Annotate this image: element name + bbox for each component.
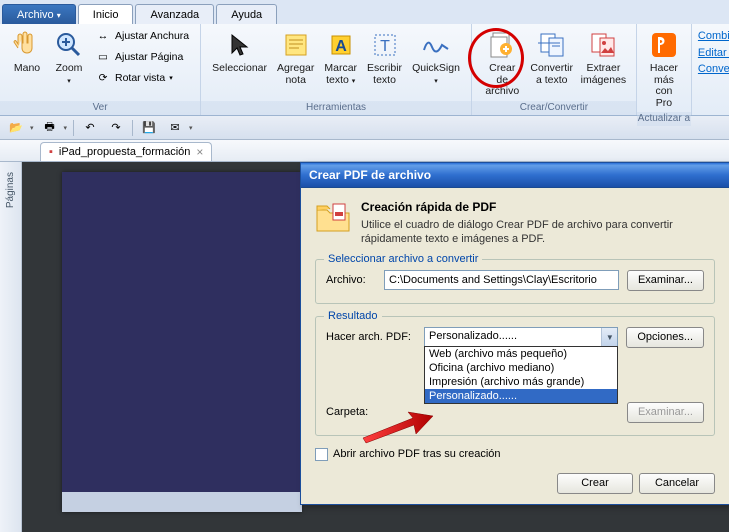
examinar-button[interactable]: Examinar...: [627, 270, 704, 291]
ribbon-group-crear: Crear de archivo Convertir a texto Extra…: [472, 24, 637, 115]
hacer-pdf-dropdown: Web (archivo más pequeño) Oficina (archi…: [424, 346, 618, 404]
group-label-crear: Crear/Convertir: [472, 101, 636, 115]
dropdown-item[interactable]: Web (archivo más pequeño): [425, 347, 617, 361]
hacer-mas-button[interactable]: Hacer más con Pro: [643, 26, 685, 112]
document-tab-label: iPad_propuesta_formación: [59, 146, 190, 158]
pdf-page: [62, 172, 302, 512]
ribbon: Mano Zoom ▾ ↔Ajustar Anchura ▭Ajustar Pá…: [0, 24, 729, 116]
svg-text:T: T: [380, 38, 390, 55]
signature-icon: [420, 29, 452, 61]
abrir-pdf-label: Abrir archivo PDF tras su creación: [333, 448, 501, 460]
fieldset-legend: Resultado: [324, 310, 382, 322]
ribbon-group-ver: Mano Zoom ▾ ↔Ajustar Anchura ▭Ajustar Pá…: [0, 24, 201, 115]
redo-button[interactable]: ↷: [106, 118, 126, 138]
svg-text:A: A: [335, 38, 347, 55]
crear-button[interactable]: Crear: [557, 473, 633, 494]
fieldset-seleccionar: Seleccionar archivo a convertir Archivo:…: [315, 259, 715, 304]
archivo-label: Archivo:: [326, 274, 376, 286]
create-from-file-icon: [486, 29, 518, 61]
examinar-carpeta-button[interactable]: Examinar...: [627, 402, 704, 423]
document-tab-bar: ▪ iPad_propuesta_formación ×: [0, 140, 729, 162]
sidebar-label: Páginas: [5, 172, 16, 208]
save-icon: 💾: [142, 121, 156, 134]
fieldset-resultado: Resultado Hacer arch. PDF: Personalizado…: [315, 316, 715, 436]
email-button[interactable]: ✉: [165, 118, 185, 138]
ribbon-group-herramientas: Seleccionar Agregar nota A Marcar texto …: [201, 24, 472, 115]
chevron-down-icon: ▼: [601, 328, 617, 346]
dialog-hero-text: Utilice el cuadro de diálogo Crear PDF d…: [361, 218, 715, 247]
sidebar-pages[interactable]: Páginas: [0, 162, 22, 532]
document-tab[interactable]: ▪ iPad_propuesta_formación ×: [40, 142, 212, 161]
tab-ayuda[interactable]: Ayuda: [216, 4, 277, 24]
nitro-icon: [648, 29, 680, 61]
tab-archivo[interactable]: Archivo ▾: [2, 4, 76, 24]
redo-icon: ↷: [111, 121, 120, 134]
save-button[interactable]: 💾: [139, 118, 159, 138]
dialog-title: Crear PDF de archivo: [301, 163, 729, 188]
rotate-icon: ⟳: [95, 70, 111, 86]
abrir-pdf-checkbox[interactable]: [315, 448, 328, 461]
open-button[interactable]: 📂: [6, 118, 26, 138]
fit-page-icon: ▭: [95, 49, 111, 65]
email-icon: ✉: [170, 121, 179, 134]
cursor-icon: [224, 29, 256, 61]
convertir-a-texto-button[interactable]: Convertir a texto: [527, 26, 577, 101]
highlight-icon: A: [325, 29, 357, 61]
tab-inicio[interactable]: Inicio: [78, 4, 134, 24]
hand-icon: [11, 29, 43, 61]
fit-width-icon: ↔: [95, 28, 111, 44]
marcar-texto-button[interactable]: A Marcar texto ▾: [319, 26, 362, 89]
link-editar[interactable]: Editar Te: [698, 45, 729, 62]
extract-images-icon: [587, 29, 619, 61]
menu-tabbar: Archivo ▾ Inicio Avanzada Ayuda: [0, 0, 729, 24]
extraer-imagenes-button[interactable]: Extraer imágenes: [577, 26, 630, 101]
print-button[interactable]: 🖶: [40, 118, 60, 138]
undo-icon: ↶: [85, 121, 94, 134]
ajustar-pagina-button[interactable]: ▭Ajustar Página: [90, 47, 194, 67]
convert-text-icon: [536, 29, 568, 61]
ribbon-group-actualizar: Hacer más con Pro Actualizar a: [637, 24, 692, 115]
zoom-icon: [53, 29, 85, 61]
agregar-nota-button[interactable]: Agregar nota: [272, 26, 319, 89]
tab-avanzada[interactable]: Avanzada: [135, 4, 214, 24]
archivo-input[interactable]: [384, 270, 619, 290]
dropdown-item[interactable]: Personalizado......: [425, 389, 617, 403]
folder-icon: 📂: [9, 121, 23, 134]
carpeta-label: Carpeta:: [326, 406, 416, 418]
mano-button[interactable]: Mano: [6, 26, 48, 89]
pdf-icon: ▪: [49, 146, 53, 158]
print-icon: 🖶: [44, 118, 54, 137]
undo-button[interactable]: ↶: [80, 118, 100, 138]
ajustar-anchura-button[interactable]: ↔Ajustar Anchura: [90, 26, 194, 46]
quicksign-button[interactable]: QuickSign▾: [407, 26, 465, 89]
crear-de-archivo-button[interactable]: Crear de archivo: [478, 26, 527, 101]
folder-pdf-icon: [315, 200, 351, 236]
hacer-label: Hacer arch. PDF:: [326, 331, 416, 343]
zoom-button[interactable]: Zoom ▾: [48, 26, 90, 89]
ribbon-links: Combina Editar Te Convertir: [692, 24, 729, 115]
fieldset-legend: Seleccionar archivo a convertir: [324, 253, 482, 265]
hacer-pdf-select[interactable]: Personalizado...... ▼ Web (archivo más p…: [424, 327, 618, 347]
escribir-texto-button[interactable]: T Escribir texto: [362, 26, 407, 89]
dialog-crear-pdf: Crear PDF de archivo Creación rápida de …: [300, 162, 729, 505]
dropdown-item[interactable]: Impresión (archivo más grande): [425, 375, 617, 389]
dropdown-item[interactable]: Oficina (archivo mediano): [425, 361, 617, 375]
group-label-herramientas: Herramientas: [201, 101, 471, 115]
group-label-actualizar: Actualizar a: [637, 112, 691, 126]
dialog-hero-title: Creación rápida de PDF: [361, 200, 715, 214]
link-combinar[interactable]: Combina: [698, 28, 729, 45]
cancelar-button[interactable]: Cancelar: [639, 473, 715, 494]
group-label-ver: Ver: [0, 101, 200, 115]
link-convertir[interactable]: Convertir: [698, 61, 729, 78]
seleccionar-button[interactable]: Seleccionar: [207, 26, 272, 89]
rotar-vista-button[interactable]: ⟳Rotar vista ▾: [90, 68, 194, 88]
quick-access-toolbar: 📂▾ 🖶▾ ↶ ↷ 💾 ✉▾: [0, 116, 729, 140]
text-icon: T: [369, 29, 401, 61]
close-tab-button[interactable]: ×: [196, 145, 203, 159]
opciones-button[interactable]: Opciones...: [626, 327, 704, 348]
note-icon: [280, 29, 312, 61]
